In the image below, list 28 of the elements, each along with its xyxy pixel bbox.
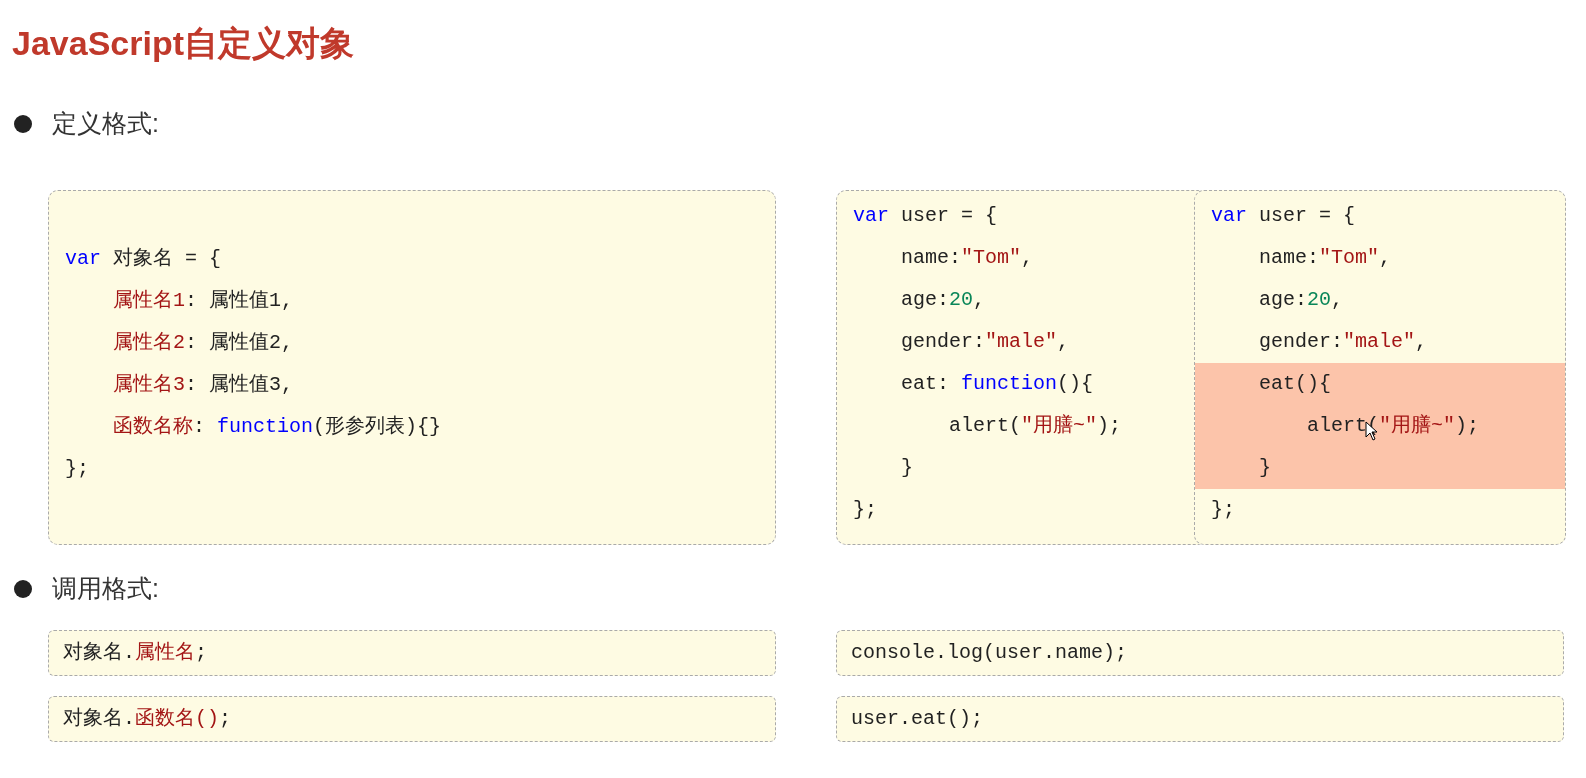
slide-title: JavaScript自定义对象 bbox=[12, 23, 354, 64]
code-line: } bbox=[900, 455, 914, 481]
code-line: name:"Tom", bbox=[1258, 245, 1393, 271]
code-line: age:20, bbox=[1258, 287, 1345, 313]
code-line: console.log(user.name); bbox=[851, 640, 1128, 666]
code-line: eat: function(){ bbox=[900, 371, 1095, 397]
section-heading: 调用格式: bbox=[52, 573, 159, 604]
code-line: 对象名.属性名; bbox=[63, 640, 208, 666]
code-line: age:20, bbox=[900, 287, 987, 313]
code-line: gender:"male", bbox=[900, 329, 1071, 355]
code-line: var user = { bbox=[1210, 203, 1357, 229]
code-line: user.eat(); bbox=[851, 706, 984, 732]
code-line: var 对象名 = { bbox=[65, 246, 223, 272]
code-line: gender:"male", bbox=[1258, 329, 1429, 355]
code-line: 属性名3: 属性值3, bbox=[112, 372, 295, 398]
code-line: 属性名1: 属性值1, bbox=[112, 288, 295, 314]
code-line: }; bbox=[852, 497, 878, 523]
code-line: }; bbox=[65, 456, 90, 482]
code-line: 函数名称: function(形参列表){} bbox=[112, 414, 443, 440]
bullet-icon bbox=[14, 579, 32, 598]
section-heading: 定义格式: bbox=[52, 108, 159, 139]
code-line: var user = { bbox=[852, 203, 999, 229]
code-line: name:"Tom", bbox=[900, 245, 1035, 271]
code-line: alert("用膳~"); bbox=[948, 413, 1123, 439]
bullet-icon bbox=[14, 114, 32, 133]
code-line: }; bbox=[1210, 497, 1236, 523]
code-line: 属性名2: 属性值2, bbox=[112, 330, 295, 356]
code-line: 对象名.函数名(); bbox=[63, 706, 232, 732]
